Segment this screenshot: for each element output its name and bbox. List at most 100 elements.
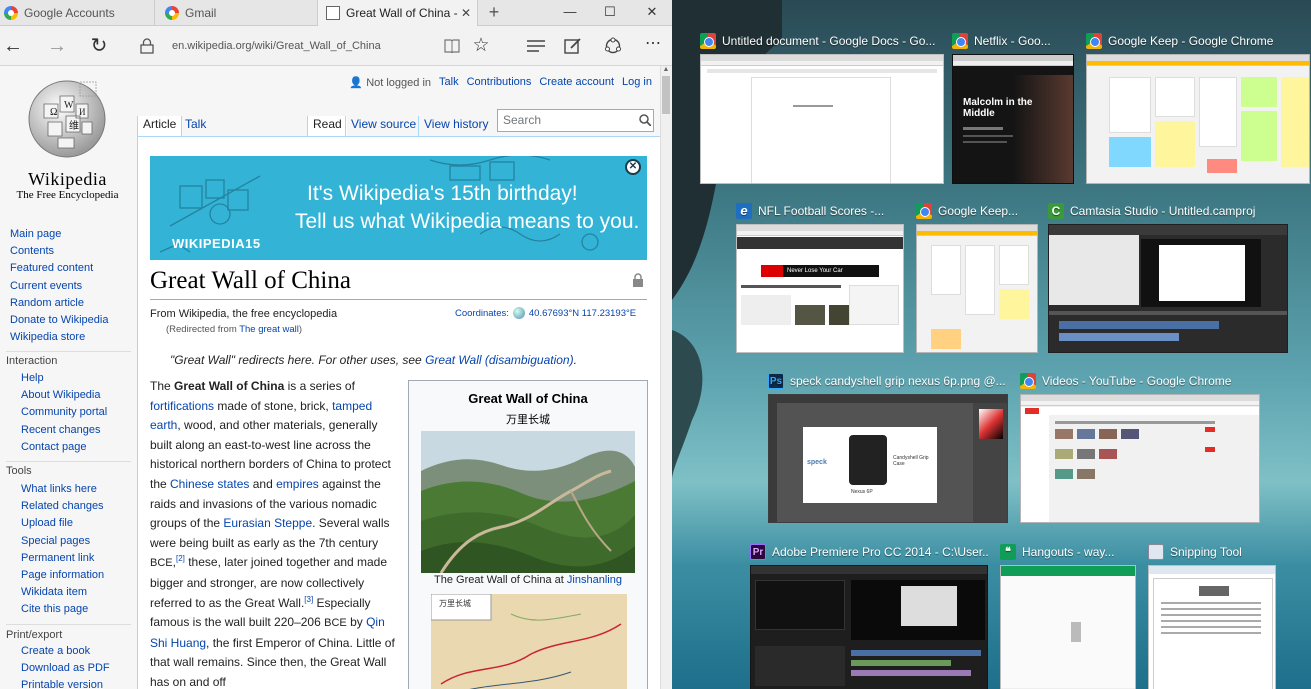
reading-view-icon[interactable] [444, 39, 460, 53]
great-wall-photo[interactable] [421, 431, 635, 573]
tab-view-source[interactable]: View source [345, 116, 421, 136]
redirect-link[interactable]: The great wall [239, 324, 299, 335]
sidebar-link[interactable]: Help [21, 370, 107, 387]
sidebar-link[interactable]: Community portal [21, 404, 107, 421]
great-wall-map[interactable]: 万里长城 [431, 594, 627, 689]
window-nfl-scores[interactable]: e NFL Football Scores -... Never Lose You… [736, 200, 904, 355]
window-camtasia[interactable]: C Camtasia Studio - Untitled.camproj [1048, 200, 1288, 355]
more-icon[interactable]: ⋯ [640, 32, 666, 56]
article-link[interactable]: Chinese states [170, 477, 249, 491]
search-input[interactable]: Search [497, 109, 654, 132]
sidebar-link[interactable]: What links here [21, 481, 104, 498]
window-youtube[interactable]: Videos - YouTube - Google Chrome [1020, 370, 1260, 525]
sidebar-link[interactable]: Related changes [21, 498, 104, 515]
back-icon[interactable]: ← [0, 34, 26, 58]
scrollbar[interactable] [660, 66, 672, 689]
sidebar-link[interactable]: About Wikipedia [21, 387, 107, 404]
sidebar-link[interactable]: Cite this page [21, 601, 104, 618]
sidebar-link[interactable]: Special pages [21, 533, 104, 550]
sidebar-link[interactable]: Recent changes [21, 422, 107, 439]
favorite-star-icon[interactable]: ☆ [468, 34, 494, 58]
personal-tools: 👤 Not logged in Talk Contributions Creat… [349, 76, 652, 89]
forward-icon[interactable]: → [44, 34, 70, 58]
maximize-icon[interactable]: ☐ [600, 4, 620, 20]
window-premiere-pro[interactable]: Pr Adobe Premiere Pro CC 2014 - C:\User..… [750, 541, 988, 689]
globe-icon[interactable] [512, 307, 525, 319]
sidebar-heading-interaction: Interaction [6, 355, 58, 367]
sidebar-interaction: Help About Wikipedia Community portal Re… [21, 370, 107, 456]
tab-view-history[interactable]: View history [418, 116, 493, 136]
sidebar-link[interactable]: Wikidata item [21, 584, 104, 601]
sidebar-link[interactable]: Upload file [21, 515, 104, 532]
article-body: The Great Wall of China is a series of f… [150, 379, 395, 689]
window-google-docs[interactable]: Untitled document - Google Docs - Go... [700, 30, 944, 186]
share-icon[interactable] [604, 37, 622, 55]
sidebar-link[interactable]: Contents [10, 243, 108, 260]
create-account-link[interactable]: Create account [539, 76, 614, 89]
window-title: Google Keep - Google Chrome [1108, 34, 1274, 48]
sidebar-link[interactable]: Current events [10, 278, 108, 295]
window-snipping-tool[interactable]: Snipping Tool [1148, 541, 1276, 689]
window-google-keep[interactable]: Google Keep - Google Chrome [1086, 30, 1310, 186]
article-link[interactable]: fortifications [150, 399, 214, 413]
close-window-icon[interactable]: ✕ [642, 4, 662, 20]
sidebar-link[interactable]: Main page [10, 226, 108, 243]
hub-icon[interactable] [527, 40, 545, 52]
refresh-icon[interactable]: ↻ [86, 34, 112, 58]
sidebar-link[interactable]: Random article [10, 295, 108, 312]
sidebar-navigation: Main page Contents Featured content Curr… [10, 226, 108, 346]
edge-icon: e [736, 203, 752, 219]
disambiguation-link[interactable]: Great Wall (disambiguation) [425, 353, 574, 367]
address-bar[interactable]: en.wikipedia.org/wiki/Great_Wall_of_Chin… [172, 40, 381, 52]
close-tab-icon[interactable]: ✕ [461, 6, 471, 20]
speck-logo-text: speck [807, 459, 827, 466]
tab-article[interactable]: Article [137, 116, 183, 136]
sidebar-link[interactable]: Contact page [21, 439, 107, 456]
sidebar-link[interactable]: Permanent link [21, 550, 104, 567]
infobox-caption: The Great Wall of China at Jinshanling [434, 574, 622, 586]
banner-close-icon[interactable]: ✕ [625, 159, 641, 175]
sidebar-link[interactable]: Printable version [21, 677, 110, 689]
window-google-keep-2[interactable]: Google Keep... [916, 200, 1038, 355]
talk-link[interactable]: Talk [439, 76, 459, 89]
sidebar-link[interactable]: Featured content [10, 260, 108, 277]
tab-great-wall[interactable]: Great Wall of China - ✕ [318, 0, 478, 26]
title-divider [150, 299, 647, 300]
scrollbar-thumb[interactable] [662, 76, 670, 114]
protected-lock-icon[interactable] [632, 273, 644, 287]
caption-link[interactable]: Jinshanling [567, 574, 622, 586]
article-link[interactable]: empires [276, 477, 319, 491]
minimize-icon[interactable]: — [560, 4, 580, 19]
log-in-link[interactable]: Log in [622, 76, 652, 89]
sidebar-link[interactable]: Create a book [21, 643, 110, 660]
new-tab-button[interactable]: + [484, 2, 504, 23]
window-photoshop[interactable]: Ps speck candyshell grip nexus 6p.png @..… [768, 370, 1008, 525]
sidebar-link[interactable]: Page information [21, 567, 104, 584]
window-title: Hangouts - way... [1022, 545, 1115, 559]
banner-subheadline: Tell us what Wikipedia means to you. [295, 210, 640, 233]
web-note-icon[interactable] [564, 37, 582, 55]
window-thumbnail [916, 224, 1038, 353]
redirect-note: (Redirected from The great wall) [166, 324, 303, 335]
window-title: Untitled document - Google Docs - Go... [722, 34, 936, 48]
article-link[interactable]: Eurasian Steppe [223, 516, 312, 530]
coordinates-link[interactable]: 40.67693°N 117.23193°E [529, 308, 636, 319]
window-netflix[interactable]: Netflix - Goo... Malcolm in the Middle [952, 30, 1074, 186]
window-thumbnail [1020, 394, 1260, 523]
citation-link[interactable]: [2] [176, 554, 185, 563]
contributions-link[interactable]: Contributions [467, 76, 532, 89]
sidebar-link[interactable]: Wikipedia store [10, 329, 108, 346]
tab-google-accounts[interactable]: Google Accounts [0, 0, 155, 26]
sidebar-link[interactable]: Download as PDF [21, 660, 110, 677]
sidebar-heading-tools: Tools [6, 465, 32, 477]
tab-gmail[interactable]: Gmail [155, 0, 318, 26]
birthday-banner[interactable]: It's Wikipedia's 15th birthday! Tell us … [150, 156, 647, 260]
scroll-up-icon[interactable]: ▲ [661, 66, 671, 74]
sidebar-link[interactable]: Donate to Wikipedia [10, 312, 108, 329]
citation-link[interactable]: [3] [304, 595, 313, 604]
tab-talk[interactable]: Talk [180, 116, 211, 136]
window-hangouts[interactable]: ❝ Hangouts - way... [1000, 541, 1136, 689]
tab-read[interactable]: Read [307, 116, 347, 136]
search-icon[interactable] [639, 114, 651, 126]
user-icon: 👤 [349, 77, 364, 89]
